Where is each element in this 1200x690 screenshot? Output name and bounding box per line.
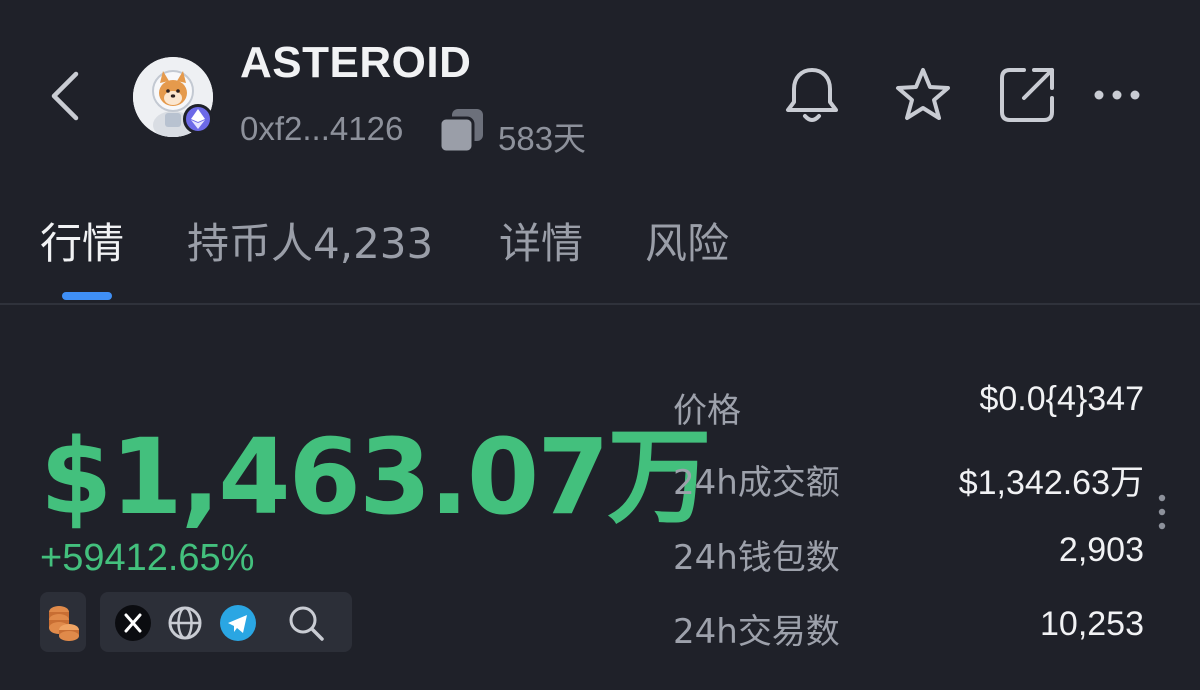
search-link[interactable] xyxy=(288,605,324,641)
price-label: 价格 xyxy=(673,391,741,431)
market-cap-value: $1,463.07万 xyxy=(40,416,712,538)
more-button[interactable] xyxy=(1088,64,1150,126)
tab-risk[interactable]: 风险 xyxy=(645,210,729,271)
volume-24h-label: 24h成交额 xyxy=(673,463,840,503)
alert-button[interactable] xyxy=(781,64,843,126)
price-value: $0.0{4}347 xyxy=(979,380,1144,418)
tab-market[interactable]: 行情 xyxy=(40,210,124,271)
share-button[interactable] xyxy=(996,64,1058,126)
favorite-button[interactable] xyxy=(892,64,954,126)
ethereum-chain-icon xyxy=(191,109,205,129)
wallets-24h-label: 24h钱包数 xyxy=(673,538,840,578)
token-name: ASTEROID xyxy=(240,38,472,87)
telegram-link[interactable] xyxy=(220,605,256,641)
coins-icon xyxy=(49,606,79,641)
price-change-percent: +59412.65% xyxy=(40,537,255,579)
globe-icon xyxy=(168,606,202,640)
bell-icon xyxy=(786,68,838,122)
back-button[interactable] xyxy=(40,68,96,124)
tab-divider xyxy=(0,303,1200,305)
tab-details[interactable]: 详情 xyxy=(499,210,583,271)
telegram-icon xyxy=(220,605,256,641)
back-arrow-icon xyxy=(51,71,79,121)
contract-address: 0xf2...4126 xyxy=(240,110,404,147)
x-icon xyxy=(115,605,151,641)
search-icon xyxy=(289,606,324,641)
star-icon xyxy=(896,68,950,120)
volume-24h-value: $1,342.63万 xyxy=(958,464,1144,502)
vertical-dots-icon xyxy=(1158,494,1166,530)
wallets-24h-value: 2,903 xyxy=(1058,531,1144,569)
more-icon xyxy=(1094,90,1140,100)
trades-24h-value: 10,253 xyxy=(1040,605,1144,643)
active-tab-indicator xyxy=(62,292,112,300)
stats-more-button[interactable] xyxy=(1152,492,1172,536)
website-link[interactable] xyxy=(167,605,203,641)
ethereum-chain-badge xyxy=(183,104,213,134)
share-icon xyxy=(1000,68,1054,122)
social-links xyxy=(100,592,352,652)
trades-24h-label: 24h交易数 xyxy=(673,612,840,652)
copy-address-button[interactable] xyxy=(438,109,485,154)
tab-holders[interactable]: 持币人4,233 xyxy=(187,210,433,271)
coins-button[interactable] xyxy=(40,592,86,652)
token-age: 583天 xyxy=(498,120,587,157)
copy-icon xyxy=(438,109,483,154)
x-link[interactable] xyxy=(115,605,151,641)
